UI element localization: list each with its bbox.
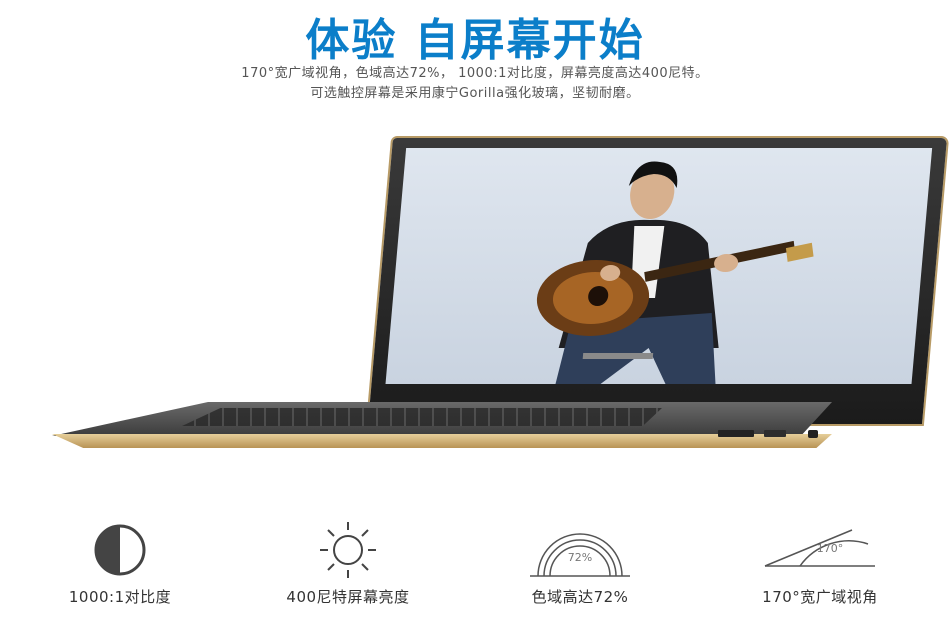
feature-color-gamut: 72% 色域高达72% — [490, 520, 670, 607]
usb-port — [764, 430, 786, 437]
feature-brightness-label: 400尼特屏幕亮度 — [286, 588, 410, 606]
feature-contrast-label: 1000:1对比度 — [68, 588, 172, 606]
viewing-angle-badge: 170° — [817, 542, 844, 555]
viewing-angle-icon: 170° — [764, 529, 875, 567]
sd-card-slot — [718, 430, 754, 437]
lock-slot — [808, 430, 818, 438]
feature-viewing-angle-label: 170°宽广域视角 — [762, 588, 878, 606]
brightness-sun-icon — [320, 522, 376, 578]
laptop-base — [52, 402, 832, 448]
color-gamut-icon: 72% — [530, 533, 630, 577]
contrast-icon — [94, 524, 146, 576]
feature-color-gamut-label: 色域高达72% — [531, 588, 629, 606]
feature-brightness: 400尼特屏幕亮度 — [258, 520, 438, 607]
laptop-lid: DELL — [368, 138, 948, 424]
color-gamut-badge: 72% — [568, 551, 592, 564]
feature-viewing-angle: 170° 170°宽广域视角 — [730, 520, 910, 607]
musician-photo — [536, 161, 814, 384]
gold-rim — [52, 434, 832, 448]
keyboard — [182, 408, 662, 426]
laptop-screen — [385, 148, 933, 384]
feature-contrast: 1000:1对比度 — [30, 520, 210, 607]
laptop-illustration: DELL — [0, 0, 950, 480]
